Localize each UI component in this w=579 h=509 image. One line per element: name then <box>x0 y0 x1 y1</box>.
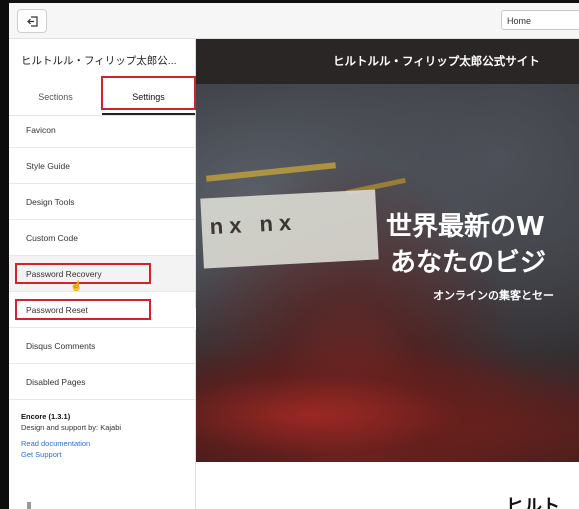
highlight-box-settings <box>101 76 196 110</box>
exit-icon <box>26 15 38 27</box>
site-title[interactable]: ヒルトルル・フィリップ太郎公式サイト <box>333 53 540 69</box>
hero-image-banner: nx nx <box>200 189 379 269</box>
menu-item-design-tools[interactable]: Design Tools <box>9 184 195 220</box>
theme-info: Encore (1.3.1) Design and support by: Ka… <box>21 411 121 460</box>
hero-heading-line1: 世界最新のW <box>386 212 545 242</box>
exit-button[interactable] <box>17 9 47 33</box>
section-title: ヒルト <box>506 496 560 509</box>
hero-image-crowd <box>196 344 579 462</box>
menu-item-label: Design Tools <box>26 197 75 207</box>
site-name: ヒルトルル・フィリップ太郎公... <box>21 55 177 67</box>
tab-sections[interactable]: Sections <box>9 79 102 115</box>
hero-heading-line2: あなたのビジ <box>390 248 547 278</box>
menu-item-label: Custom Code <box>26 233 78 243</box>
menu-item-custom-code[interactable]: Custom Code <box>9 220 195 256</box>
menu-item-label: Disabled Pages <box>26 377 86 387</box>
menu-item-disqus-comments[interactable]: Disqus Comments <box>9 328 195 364</box>
highlight-box-password-recovery <box>15 263 151 284</box>
hero-subheading: オンラインの集客とセー <box>433 289 554 302</box>
menu-item-label: Style Guide <box>26 161 70 171</box>
hero-section[interactable]: nx nx 世界最新のW あなたのビジ オンラインの集客とセー <box>196 84 579 462</box>
page-select[interactable]: Home <box>501 10 579 30</box>
get-support-link[interactable]: Get Support <box>21 449 121 460</box>
editor-toolbar: Home <box>9 3 579 39</box>
site-preview: ヒルトルル・フィリップ太郎公式サイト nx nx 世界最新のW あなたのビジ オ… <box>196 39 579 509</box>
theme-support-text: Design and support by: Kajabi <box>21 423 122 432</box>
menu-item-password-reset[interactable]: Password Reset <box>9 292 195 328</box>
settings-menu: Favicon Style Guide Design Tools Custom … <box>9 112 195 400</box>
menu-item-label: Favicon <box>26 125 56 135</box>
banner-text: nx nx <box>209 209 298 240</box>
site-header: ヒルトルル・フィリップ太郎公式サイト <box>196 39 579 84</box>
highlight-box-password-reset <box>15 299 151 320</box>
hero-image-ribbon <box>206 162 336 182</box>
menu-item-style-guide[interactable]: Style Guide <box>9 148 195 184</box>
theme-settings-sidebar: ヒルトルル・フィリップ太郎公... Sections Settings Favi… <box>9 39 196 509</box>
read-documentation-link[interactable]: Read documentation <box>21 438 121 449</box>
menu-item-label: Disqus Comments <box>26 341 96 351</box>
menu-item-disabled-pages[interactable]: Disabled Pages <box>9 364 195 400</box>
menu-item-password-recovery[interactable]: Password Recovery ☝ <box>9 256 195 292</box>
partial-icon <box>27 502 31 509</box>
theme-version: Encore (1.3.1) <box>21 412 71 421</box>
menu-item-favicon[interactable]: Favicon <box>9 112 195 148</box>
screen-edge-left <box>0 0 9 509</box>
